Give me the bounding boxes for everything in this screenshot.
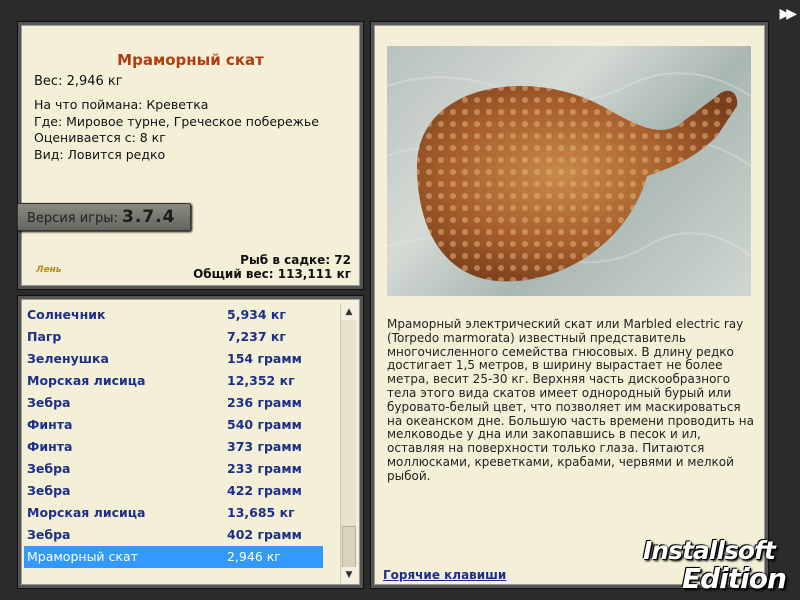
fish-name: Зеленушка <box>27 351 109 366</box>
fish-title: Мраморный скат <box>117 51 264 69</box>
fish-name: Морская лисица <box>27 505 146 520</box>
scroll-thumb[interactable] <box>342 526 356 568</box>
fish-name: Зебра <box>27 461 71 476</box>
version-badge: Версия игры: 3.7.4 <box>17 203 191 231</box>
fish-photo <box>387 46 751 296</box>
fish-weight-value: 7,237 кг <box>227 329 286 344</box>
fish-weight-value: 422 грамм <box>227 483 302 498</box>
fish-list-item[interactable]: Финта 373 грамм <box>24 436 323 458</box>
fish-name: Зебра <box>27 395 71 410</box>
fish-weight-value: 233 грамм <box>227 461 302 476</box>
fish-meta: На что поймана: Креветка Где: Мировое ту… <box>34 97 319 163</box>
next-arrow-icon[interactable]: ▶▶ <box>779 6 796 22</box>
fish-list-panel: Солнечник 5,934 кг Пагр 7,237 кг Зеленушка 15… <box>18 296 363 588</box>
fish-list-item[interactable]: Зеленушка 154 грамм <box>24 348 323 370</box>
version-label: Версия игры: <box>27 211 118 226</box>
list-scrollbar[interactable]: ▲ ▼ <box>340 304 357 583</box>
fish-weight-value: 373 грамм <box>227 439 302 454</box>
fish-list-item[interactable]: Финта 540 грамм <box>24 414 323 436</box>
fish-list-item[interactable]: Зебра 233 грамм <box>24 458 323 480</box>
fish-in-cage: Рыб в садке: 72 <box>240 253 351 267</box>
scroll-down-button[interactable]: ▼ <box>341 567 357 583</box>
caught-with: На что поймана: Креветка <box>34 97 209 112</box>
fish-name: Солнечник <box>27 307 106 322</box>
fish-weight-value: 402 грамм <box>227 527 302 542</box>
fish-list-item[interactable]: Зебра 402 грамм <box>24 524 323 546</box>
fish-name: Зебра <box>27 527 71 542</box>
fish-detail-panel: Мраморный электрический скат или Marbled… <box>371 22 768 588</box>
fish-list-item[interactable]: Пагр 7,237 кг <box>24 326 323 348</box>
fish-name: Пагр <box>27 329 62 344</box>
hotkeys-link[interactable]: Горячие клавиши <box>383 568 506 582</box>
fish-name: Финта <box>27 439 73 454</box>
fish-weight-value: 154 грамм <box>227 351 302 366</box>
brand-line1: Installsoft <box>643 536 776 565</box>
fish-name: Зебра <box>27 483 71 498</box>
fish-name: Финта <box>27 417 73 432</box>
fish-kind: Вид: Ловится редко <box>34 146 166 162</box>
catch-location: Где: Мировое турне, Греческое побережье <box>34 113 319 129</box>
brand-line2: Edition <box>682 562 787 595</box>
scroll-up-button[interactable]: ▲ <box>341 304 357 320</box>
fish-info-panel: Мраморный скат Вес: 2,946 кг На что пойм… <box>17 22 363 289</box>
fish-list-item[interactable]: Мраморный скат 2,946 кг <box>24 546 323 568</box>
fish-weight: Вес: 2,946 кг <box>34 74 123 89</box>
fish-list-item[interactable]: Зебра 422 грамм <box>24 480 323 502</box>
marbled-ray-image <box>387 72 751 282</box>
fish-name: Мраморный скат <box>27 549 138 564</box>
fish-description: Мраморный электрический скат или Marbled… <box>387 317 754 483</box>
small-logo: Лень <box>36 265 62 275</box>
fish-weight-value: 13,685 кг <box>227 505 295 520</box>
fish-weight-value: 236 грамм <box>227 395 302 410</box>
fish-list-item[interactable]: Зебра 236 грамм <box>24 392 323 414</box>
fish-weight-value: 540 грамм <box>227 417 302 432</box>
cage-stats: Рыб в садке: 72 Общий вес: 113,111 кг <box>193 253 351 281</box>
fish-weight-value: 2,946 кг <box>227 549 281 564</box>
installsoft-logo: Installsoft Edition <box>640 530 798 596</box>
fish-list-item[interactable]: Солнечник 5,934 кг <box>24 304 323 326</box>
fish-weight-value: 12,352 кг <box>227 373 295 388</box>
fish-list-item[interactable]: Морская лисица 13,685 кг <box>24 502 323 524</box>
fish-value: Оценивается с: 8 кг <box>34 130 166 145</box>
fish-list-item[interactable]: Морская лисица 12,352 кг <box>24 370 323 392</box>
fish-weight-value: 5,934 кг <box>227 307 286 322</box>
version-value: 3.7.4 <box>122 207 176 227</box>
fish-name: Морская лисица <box>27 373 146 388</box>
fish-list[interactable]: Солнечник 5,934 кг Пагр 7,237 кг Зеленушка 15… <box>24 304 323 568</box>
total-weight: Общий вес: 113,111 кг <box>193 267 351 281</box>
